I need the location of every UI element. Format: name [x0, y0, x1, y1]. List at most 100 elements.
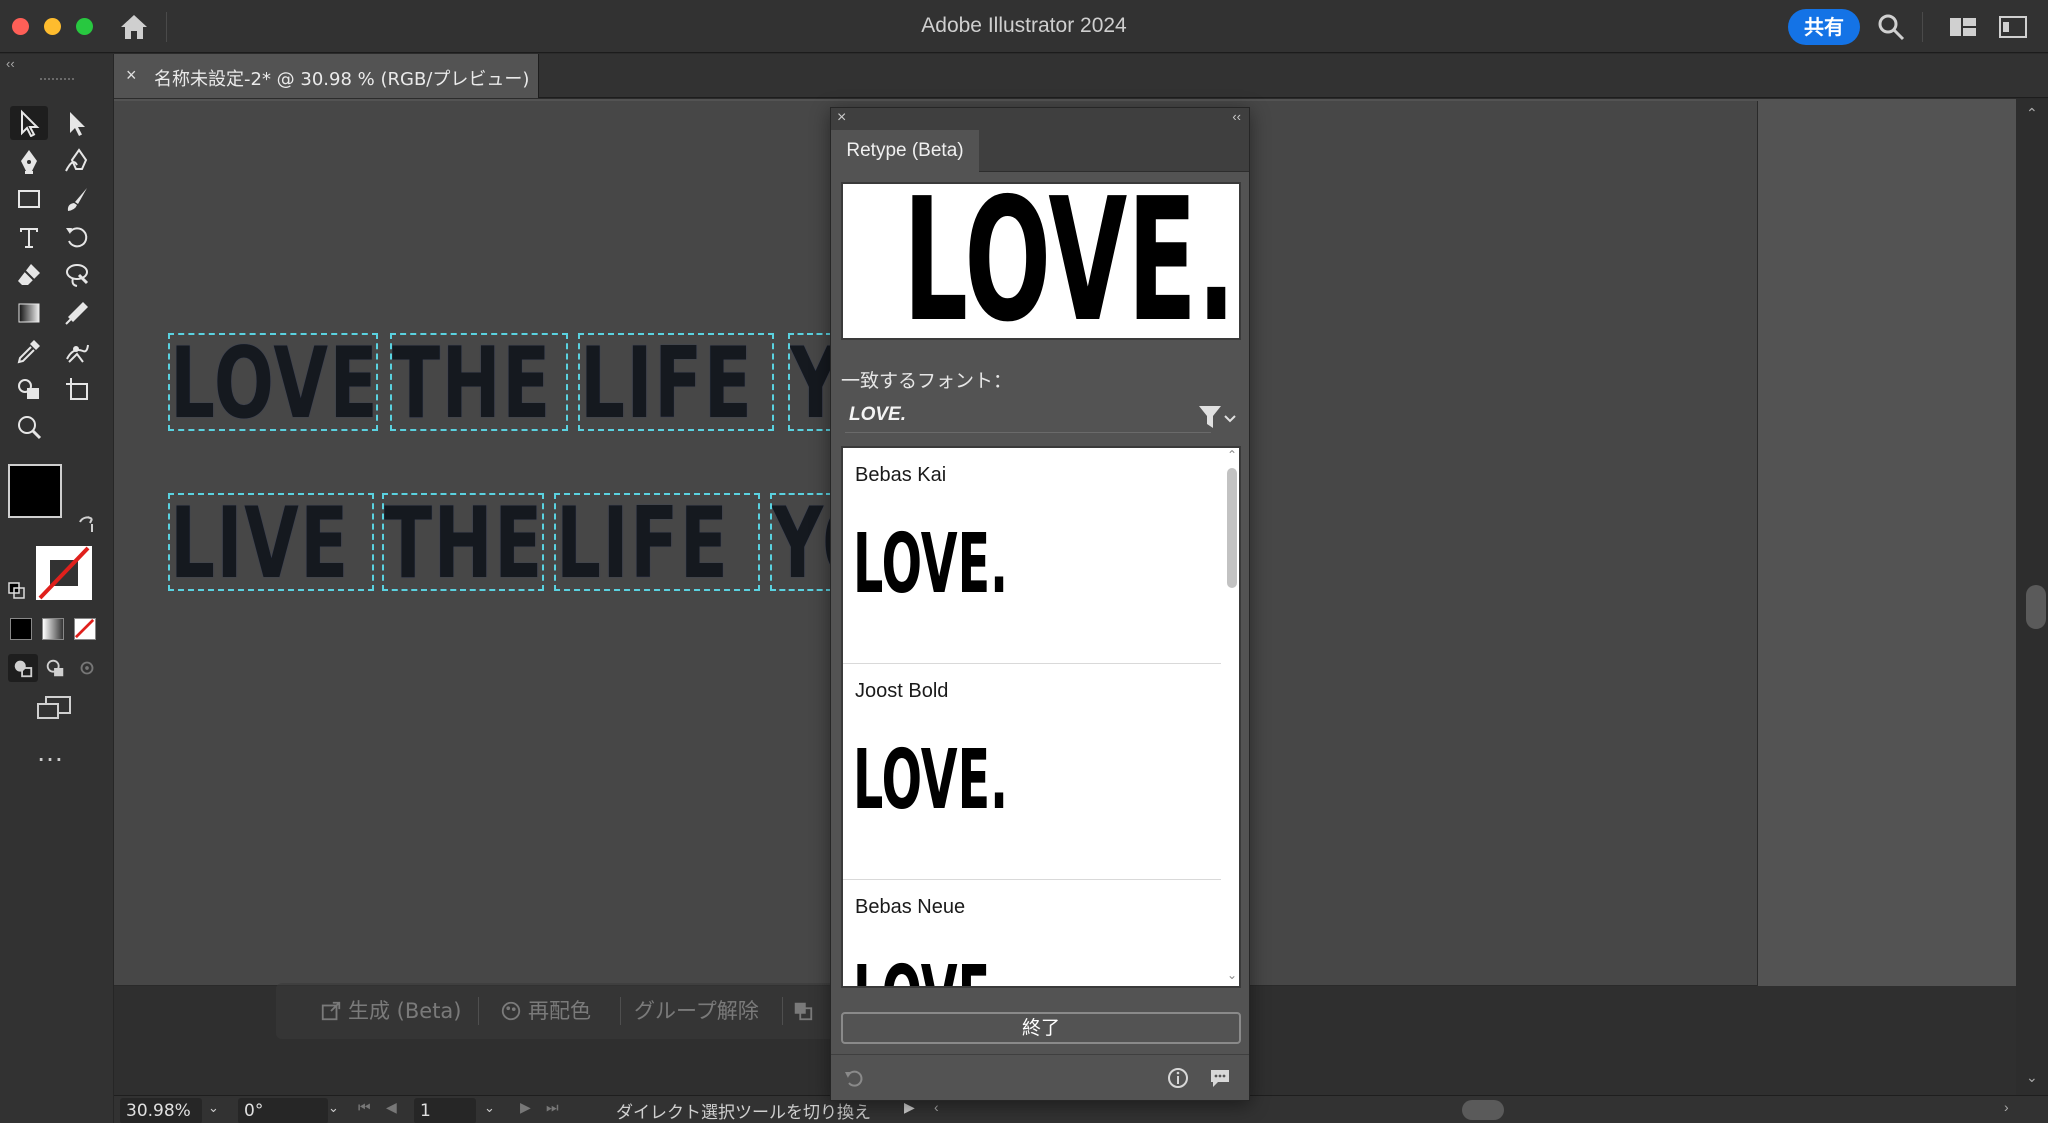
zoom-dropdown-icon[interactable]: ⌄ — [208, 1100, 219, 1116]
retype-panel: × ‹‹ Retype (Beta) LOVE. 一致するフォント： LOVE.… — [830, 107, 1250, 1101]
window-minimize-button[interactable] — [44, 18, 61, 35]
none-mode-button[interactable] — [74, 618, 96, 640]
fill-color-swatch[interactable] — [8, 464, 62, 518]
font-result-item[interactable]: Joost Bold LOVE. — [843, 664, 1221, 880]
rotation-field[interactable]: 0° — [238, 1098, 328, 1123]
vertical-scrollbar[interactable]: ⌃ ⌄ — [2016, 99, 2048, 1095]
window-maximize-button[interactable] — [76, 18, 93, 35]
panel-footer — [831, 1054, 1249, 1100]
generate-button[interactable]: 生成 (Beta) — [320, 983, 462, 1039]
color-mode-button[interactable] — [10, 618, 32, 640]
swap-fill-stroke-icon[interactable] — [76, 514, 98, 536]
ungroup-button[interactable]: グループ解除 — [634, 983, 759, 1039]
text-outline-group[interactable]: LIFE — [578, 333, 774, 431]
collapse-icon[interactable]: ‹‹ — [6, 56, 15, 71]
type-tool-icon[interactable] — [10, 220, 48, 254]
default-fill-stroke-icon[interactable] — [8, 582, 26, 600]
draw-behind-icon[interactable] — [40, 654, 70, 682]
scroll-down-icon[interactable]: ⌄ — [2026, 1069, 2038, 1086]
recolor-button[interactable]: 再配色 — [500, 983, 591, 1039]
gradient-mode-button[interactable] — [42, 618, 64, 640]
generate-label: 生成 (Beta) — [348, 999, 462, 1023]
screen-mode-icon[interactable] — [34, 694, 74, 724]
document-tab[interactable]: × 名称未設定-2* @ 30.98 % (RGB/プレビュー) — [114, 54, 539, 98]
more-tools-icon[interactable]: … — [36, 738, 66, 766]
text-outline-group[interactable]: LOVE — [168, 333, 378, 431]
curvature-tool-icon[interactable] — [58, 144, 96, 178]
font-name: Bebas Neue — [855, 896, 966, 918]
title-bar: Adobe Illustrator 2024 共有 — [0, 0, 2048, 53]
selection-tool-icon[interactable] — [10, 106, 48, 140]
zoom-field[interactable]: 30.98% — [120, 1098, 202, 1123]
tools-panel: ‹‹ … — [0, 54, 114, 1123]
scroll-right-icon[interactable]: › — [2004, 1099, 2009, 1115]
status-menu-icon[interactable]: ▶ — [904, 1099, 915, 1116]
tab-retype[interactable]: Retype (Beta) — [831, 130, 979, 172]
paintbrush-tool-icon[interactable] — [58, 182, 96, 216]
home-icon[interactable] — [118, 12, 150, 42]
window-close-button[interactable] — [12, 18, 29, 35]
matched-text-field[interactable]: LOVE. — [849, 404, 906, 426]
font-result-item[interactable]: Bebas Kai LOVE. — [843, 448, 1221, 664]
artboard-number-field[interactable]: 1 — [414, 1098, 476, 1123]
collapse-panel-icon[interactable]: ‹‹ — [1232, 109, 1241, 124]
artboard-dropdown-icon[interactable]: ⌄ — [484, 1100, 495, 1116]
text-outline-group[interactable]: THE — [382, 493, 544, 591]
rectangle-tool-icon[interactable] — [10, 182, 48, 216]
glyph-preview: LOVE. — [841, 182, 1241, 340]
feedback-icon[interactable] — [1209, 1067, 1231, 1089]
font-name: Joost Bold — [855, 680, 949, 702]
text-outline-group[interactable]: YO — [770, 493, 832, 591]
close-tab-icon[interactable]: × — [126, 65, 137, 86]
text-outline-group[interactable]: LIFE — [554, 493, 760, 591]
artboard-tool-icon[interactable] — [58, 372, 96, 406]
contextual-task-bar: 生成 (Beta) 再配色 グループ解除 — [276, 983, 836, 1039]
panel-header[interactable]: × ‹‹ — [831, 108, 1249, 130]
text-outline-group[interactable]: THE — [390, 333, 568, 431]
more-options-icon[interactable] — [792, 983, 814, 1039]
scroll-up-icon[interactable]: ⌃ — [2026, 105, 2038, 122]
rotate-tool-icon[interactable] — [58, 220, 96, 254]
horizontal-scrollbar-thumb[interactable] — [1462, 1100, 1504, 1120]
last-artboard-icon[interactable]: ⏭ — [546, 1099, 559, 1116]
zoom-tool-icon[interactable] — [10, 410, 48, 444]
search-icon[interactable] — [1876, 12, 1906, 42]
scroll-up-icon[interactable]: ⌃ — [1227, 448, 1237, 462]
undo-icon[interactable] — [843, 1067, 865, 1089]
pen-tool-icon[interactable] — [10, 144, 48, 178]
eyedropper-tool-icon[interactable] — [10, 334, 48, 368]
draw-normal-icon[interactable] — [8, 654, 38, 682]
context-separator — [782, 997, 783, 1025]
previous-artboard-icon[interactable]: ◀ — [386, 1099, 397, 1116]
width-tool-icon[interactable] — [58, 296, 96, 330]
filter-icon[interactable] — [1195, 402, 1239, 432]
direct-selection-tool-icon[interactable] — [58, 106, 96, 140]
scroll-left-icon[interactable]: ‹ — [934, 1099, 939, 1115]
list-scrollbar[interactable]: ⌃ ⌄ — [1225, 448, 1239, 986]
panel-toggle-icon[interactable] — [1998, 14, 2028, 40]
done-button[interactable]: 終了 — [841, 1012, 1241, 1044]
lasso-tool-icon[interactable] — [58, 258, 96, 292]
text-outline-group[interactable]: YO — [788, 333, 832, 431]
status-text: ダイレクト選択ツールを切り換え — [616, 1103, 871, 1123]
share-button[interactable]: 共有 — [1788, 9, 1860, 45]
draw-inside-icon[interactable] — [72, 654, 102, 682]
font-sample: LOVE. — [853, 733, 1009, 828]
info-icon[interactable] — [1167, 1067, 1189, 1089]
list-scrollbar-thumb[interactable] — [1227, 468, 1237, 588]
panel-grip[interactable] — [40, 78, 74, 82]
gradient-tool-icon[interactable] — [10, 296, 48, 330]
close-panel-icon[interactable]: × — [837, 109, 846, 127]
field-underline — [845, 432, 1211, 433]
eraser-tool-icon[interactable] — [10, 258, 48, 292]
scroll-down-icon[interactable]: ⌄ — [1227, 968, 1237, 982]
rotation-dropdown-icon[interactable]: ⌄ — [328, 1100, 339, 1116]
puppet-warp-icon[interactable] — [58, 334, 96, 368]
workspace-switcher-icon[interactable] — [1948, 14, 1978, 40]
next-artboard-icon[interactable]: ▶ — [520, 1099, 531, 1116]
font-result-item[interactable]: Bebas Neue LOVE. — [843, 880, 1221, 986]
text-outline-group[interactable]: LIVE — [168, 493, 374, 591]
first-artboard-icon[interactable]: ⏮ — [358, 1099, 371, 1116]
scrollbar-thumb[interactable] — [2026, 585, 2046, 629]
shape-builder-icon[interactable] — [10, 372, 48, 406]
